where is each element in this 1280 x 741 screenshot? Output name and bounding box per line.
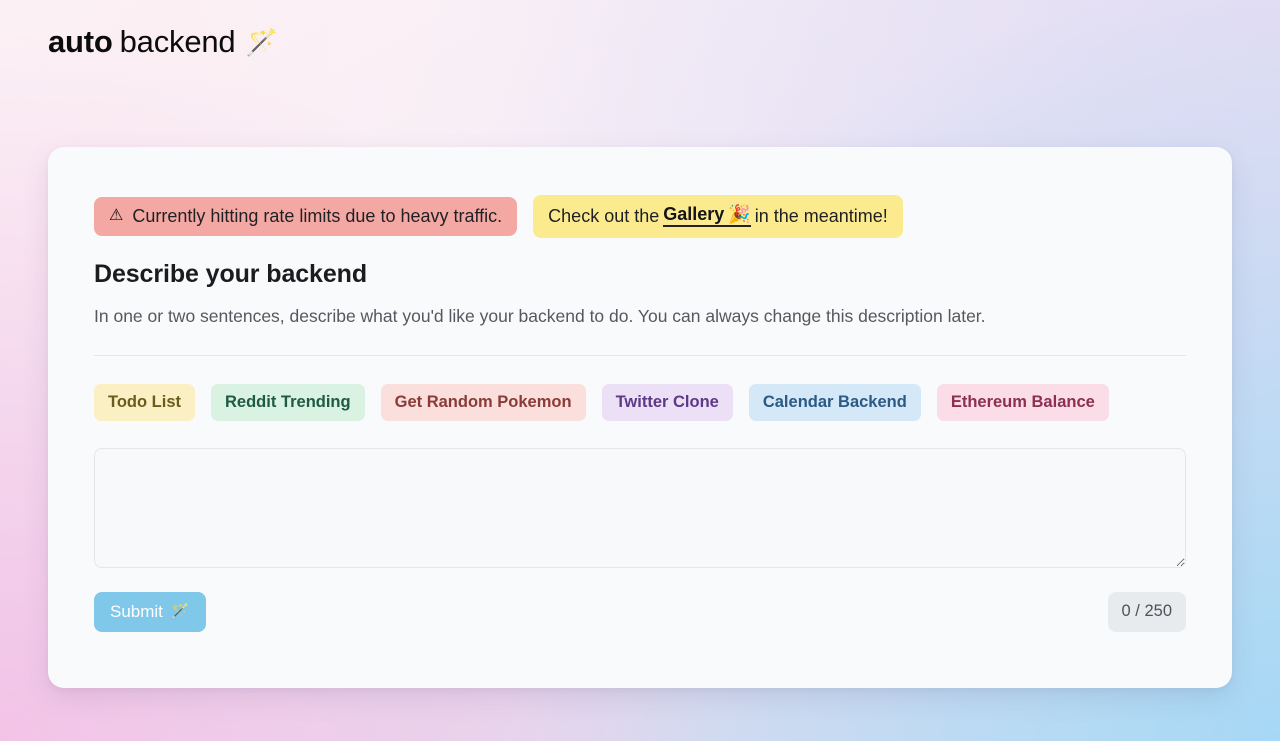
logo-text-backend: backend (119, 23, 236, 59)
logo-text-auto: auto (48, 23, 113, 59)
page-title: Describe your backend (94, 260, 368, 288)
suggestion-chip-ethereum-balance[interactable]: Ethereum Balance (936, 383, 1109, 422)
form-footer: Submit 🪄 0 / 250 (94, 592, 1186, 633)
rate-limit-warning-banner: ⚠ Currently hitting rate limits due to h… (94, 197, 518, 236)
character-counter: 0 / 250 (1107, 592, 1186, 632)
backend-description-input[interactable] (94, 448, 1186, 569)
gallery-link[interactable]: Gallery 🎉 (663, 204, 751, 227)
warning-triangle-icon: ⚠ (109, 207, 124, 224)
rate-limit-warning-text: Currently hitting rate limits due to hea… (132, 206, 503, 226)
suggestion-chip-calendar-backend[interactable]: Calendar Backend (748, 383, 921, 422)
suggestion-chip-get-random-pokemon[interactable]: Get Random Pokemon (380, 383, 586, 422)
suggestion-chip-list: Todo List Reddit Trending Get Random Pok… (94, 383, 1186, 422)
magic-wand-icon: 🪄 (245, 27, 278, 57)
magic-wand-icon: 🪄 (170, 603, 190, 621)
app-logo[interactable]: auto backend 🪄 (48, 26, 278, 57)
submit-button-label: Submit (110, 602, 163, 622)
submit-button[interactable]: Submit 🪄 (94, 592, 206, 633)
suggestion-chip-twitter-clone[interactable]: Twitter Clone (601, 383, 733, 422)
gallery-banner-prefix: Check out the (548, 206, 660, 226)
banner-row: ⚠ Currently hitting rate limits due to h… (94, 195, 1186, 238)
gallery-banner-suffix: in the meantime! (754, 206, 888, 226)
suggestion-chip-reddit-trending[interactable]: Reddit Trending (211, 383, 365, 422)
suggestion-chip-todo-list[interactable]: Todo List (94, 383, 196, 422)
main-card: ⚠ Currently hitting rate limits due to h… (48, 147, 1232, 688)
app-header: auto backend 🪄 (48, 18, 278, 64)
divider (94, 354, 1186, 356)
describe-input-wrapper (94, 448, 1186, 569)
page-subtitle: In one or two sentences, describe what y… (94, 306, 986, 326)
party-popper-icon: 🎉 (728, 204, 751, 224)
gallery-link-label: Gallery (663, 204, 725, 224)
gallery-banner: Check out the Gallery 🎉 in the meantime! (533, 195, 903, 238)
